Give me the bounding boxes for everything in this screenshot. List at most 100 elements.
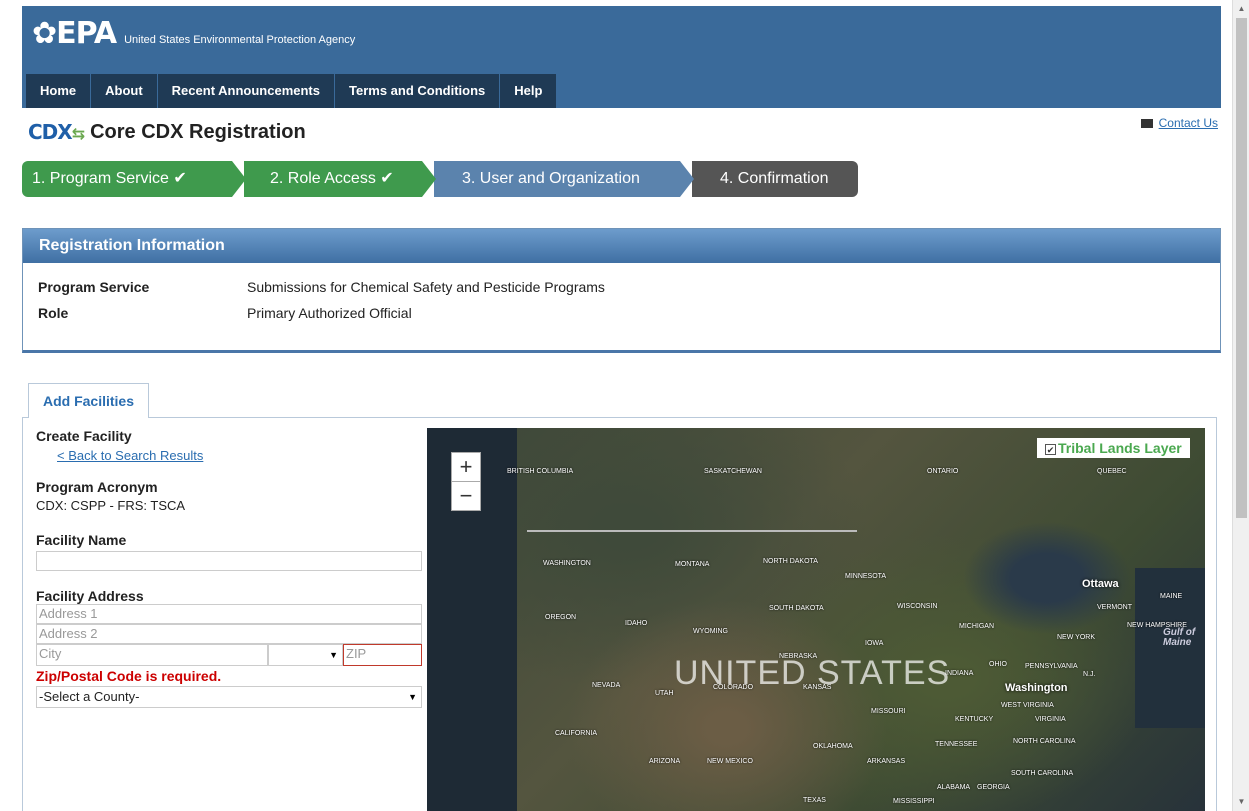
- main-nav: Home About Recent Announcements Terms an…: [26, 74, 558, 108]
- step-user-organization: 3. User and Organization: [434, 161, 694, 197]
- step-program-service: 1. Program Service ✔: [22, 161, 246, 197]
- region-label: WYOMING: [693, 628, 728, 635]
- region-label: ONTARIO: [927, 468, 959, 475]
- tab-add-facilities[interactable]: Add Facilities: [28, 383, 149, 418]
- nav-recent-announcements[interactable]: Recent Announcements: [157, 74, 335, 108]
- region-label: VERMONT: [1097, 604, 1132, 611]
- region-label: UTAH: [655, 690, 674, 697]
- contact-us-label: Contact Us: [1158, 116, 1218, 130]
- gulf-of-maine-label: Gulf of Maine: [1163, 627, 1196, 648]
- step-chevron: [680, 161, 694, 197]
- city-label: Washington: [1005, 682, 1068, 694]
- canada-border: [527, 530, 857, 532]
- zoom-out-button[interactable]: −: [451, 481, 481, 511]
- scroll-up-arrow-icon[interactable]: ▲: [1233, 2, 1249, 16]
- state-select[interactable]: ▼: [268, 644, 343, 666]
- region-label: CALIFORNIA: [555, 730, 598, 737]
- region-label: MISSOURI: [871, 708, 906, 715]
- region-label: SASKATCHEWAN: [704, 468, 762, 475]
- page-title: Core CDX Registration: [90, 120, 306, 143]
- city-input[interactable]: City: [36, 644, 268, 666]
- region-label: MINNESOTA: [845, 573, 887, 580]
- step-chevron: [422, 161, 436, 197]
- address2-input[interactable]: Address 2: [36, 624, 422, 644]
- region-label: KENTUCKY: [955, 716, 994, 723]
- region-label: ALABAMA: [937, 784, 971, 791]
- region-label: NEW MEXICO: [707, 758, 753, 765]
- region-label: VIRGINIA: [1035, 716, 1066, 723]
- region-label: QUEBEC: [1097, 468, 1127, 475]
- zip-error-message: Zip/Postal Code is required.: [36, 668, 222, 684]
- region-label: PENNSYLVANIA: [1025, 663, 1078, 670]
- atlantic-ocean: [1135, 568, 1205, 728]
- region-label: NORTH DAKOTA: [763, 558, 818, 565]
- zip-input[interactable]: ZIP: [343, 644, 422, 666]
- region-label: MISSISSIPPI: [893, 798, 935, 805]
- registration-info-panel: Registration Information Program Service…: [22, 228, 1221, 353]
- agency-name: United States Environmental Protection A…: [124, 34, 356, 46]
- region-label: TENNESSEE: [935, 741, 978, 748]
- city-label: Ottawa: [1082, 578, 1119, 590]
- scroll-down-arrow-icon[interactable]: ▼: [1233, 795, 1249, 809]
- region-label: SOUTH CAROLINA: [1011, 770, 1074, 777]
- region-label: N.J.: [1083, 671, 1096, 678]
- region-label: BRITISH COLUMBIA: [507, 468, 574, 475]
- county-select[interactable]: -Select a County- ▼: [36, 686, 422, 708]
- country-label: UNITED STATES: [674, 654, 951, 692]
- region-label: NORTH CAROLINA: [1013, 738, 1076, 745]
- region-label: MICHIGAN: [959, 623, 994, 630]
- nav-terms[interactable]: Terms and Conditions: [335, 74, 501, 108]
- info-row-role: Role Primary Authorized Official: [38, 305, 412, 321]
- region-label: NEW YORK: [1057, 634, 1095, 641]
- nav-home[interactable]: Home: [26, 74, 92, 108]
- epa-logo-mark: ✿EPA: [32, 16, 117, 51]
- tribal-lands-toggle[interactable]: ✔ Tribal Lands Layer: [1037, 438, 1190, 458]
- region-label: ARKANSAS: [867, 758, 906, 765]
- nav-about[interactable]: About: [91, 74, 158, 108]
- region-label: IDAHO: [625, 620, 648, 627]
- create-facility-title: Create Facility: [36, 428, 132, 444]
- region-label: WEST VIRGINIA: [1001, 702, 1054, 709]
- contact-us-link[interactable]: Contact Us: [1140, 116, 1218, 130]
- back-to-search-link[interactable]: < Back to Search Results: [57, 448, 203, 463]
- region-label: OKLAHOMA: [813, 743, 853, 750]
- region-label: WISCONSIN: [897, 603, 938, 610]
- site-header: ✿EPA United States Environmental Protect…: [22, 6, 1221, 108]
- program-acronym-value: CDX: CSPP - FRS: TSCA: [36, 498, 186, 513]
- region-label: OHIO: [989, 661, 1007, 668]
- program-acronym-label: Program Acronym: [36, 479, 158, 495]
- step-role-access: 2. Role Access ✔: [244, 161, 436, 197]
- region-label: NEVADA: [592, 682, 621, 689]
- region-label: ARIZONA: [649, 758, 681, 765]
- facility-name-input[interactable]: [36, 551, 422, 571]
- region-label: GEORGIA: [977, 784, 1010, 791]
- region-label: MAINE: [1160, 593, 1183, 600]
- nav-help[interactable]: Help: [500, 74, 558, 108]
- checkbox-icon: ✔: [1045, 444, 1056, 455]
- registration-info-heading: Registration Information: [23, 229, 1220, 263]
- chevron-down-icon: ▼: [408, 692, 417, 702]
- info-row-program-service: Program Service Submissions for Chemical…: [38, 279, 605, 295]
- region-label: OREGON: [545, 614, 577, 621]
- create-facility-form: Create Facility < Back to Search Results…: [36, 428, 422, 708]
- chevron-down-icon: ▼: [329, 650, 338, 660]
- registration-steps: 1. Program Service ✔ 2. Role Access ✔ 3.…: [22, 161, 858, 197]
- region-label: WASHINGTON: [543, 560, 591, 567]
- page-scrollbar[interactable]: ▲ ▼: [1232, 0, 1249, 811]
- step-chevron: [232, 161, 246, 197]
- address1-input[interactable]: Address 1: [36, 604, 422, 624]
- page-title-row: CDX⇆ Core CDX Registration: [28, 120, 306, 144]
- cdx-logo: CDX⇆: [28, 120, 85, 144]
- step-confirmation: 4. Confirmation: [692, 161, 858, 197]
- scrollbar-thumb[interactable]: [1236, 18, 1247, 518]
- envelope-icon: [1140, 118, 1153, 128]
- zoom-in-button[interactable]: +: [451, 452, 481, 482]
- cdx-arrow-icon: ⇆: [71, 124, 85, 143]
- epa-logo[interactable]: ✿EPA United States Environmental Protect…: [32, 18, 355, 50]
- facility-address-label: Facility Address: [36, 588, 144, 604]
- region-label: MONTANA: [675, 561, 710, 568]
- region-label: SOUTH DAKOTA: [769, 605, 824, 612]
- facility-map[interactable]: + − ✔ Tribal Lands Layer BRITISH COLUMBIA…: [427, 428, 1205, 811]
- region-label: TEXAS: [803, 797, 826, 804]
- region-label: IOWA: [865, 640, 884, 647]
